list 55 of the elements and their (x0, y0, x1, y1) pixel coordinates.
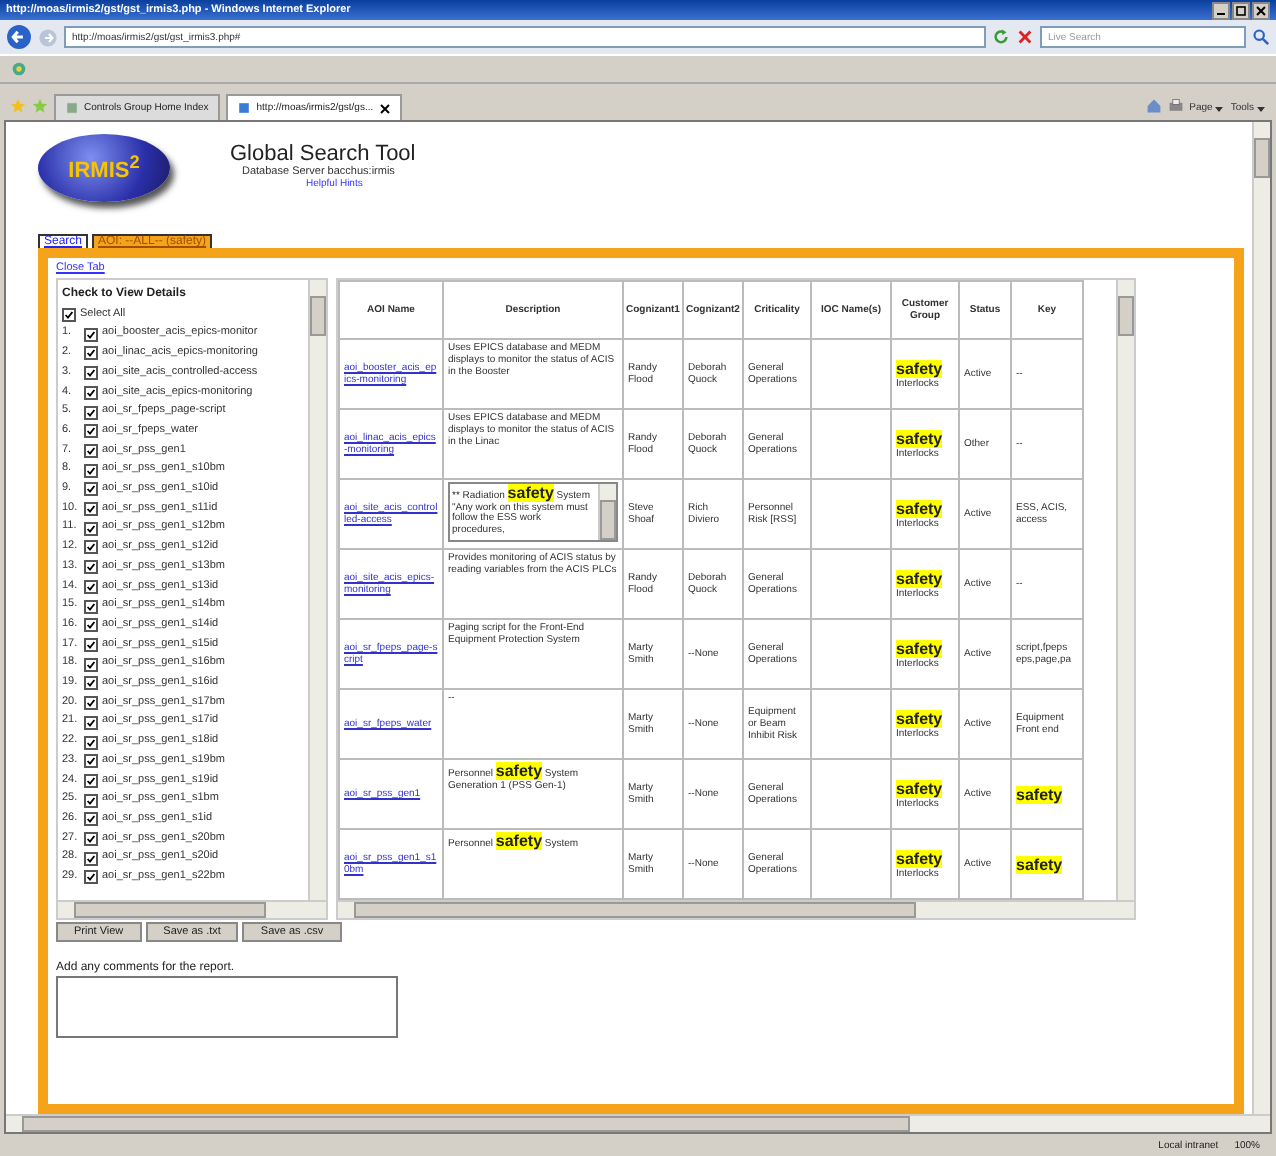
checkbox[interactable] (84, 366, 98, 381)
checkbox[interactable] (84, 618, 98, 633)
checkbox[interactable] (84, 657, 98, 672)
horizontal-scrollbar[interactable] (58, 900, 326, 918)
back-icon[interactable] (6, 24, 32, 50)
checkbox[interactable] (84, 715, 98, 730)
checkbox[interactable] (84, 482, 98, 497)
checkbox[interactable] (84, 521, 98, 536)
checkbox[interactable] (84, 443, 98, 458)
page-icon (238, 102, 251, 114)
search-icon[interactable] (1252, 28, 1270, 46)
horizontal-scrollbar[interactable] (338, 900, 1134, 918)
checkbox[interactable] (84, 851, 98, 866)
favorites-star-icon[interactable] (10, 98, 26, 114)
vertical-scrollbar[interactable] (1116, 280, 1134, 900)
checkbox[interactable] (84, 346, 98, 361)
checkbox[interactable] (84, 735, 98, 750)
caret-icon[interactable] (1256, 103, 1266, 113)
checkbox[interactable] (84, 754, 98, 769)
checkbox[interactable] (84, 405, 98, 420)
stop-icon[interactable] (1016, 28, 1034, 46)
checkbox[interactable] (84, 676, 98, 691)
page-title: Global Search Tool (230, 142, 416, 166)
comments-field[interactable] (56, 976, 398, 1038)
checkbox[interactable] (84, 327, 98, 342)
horizontal-scrollbar[interactable] (6, 1114, 1270, 1132)
checkbox[interactable] (84, 696, 98, 711)
checkbox[interactable] (84, 832, 98, 847)
vertical-scrollbar[interactable] (1252, 122, 1270, 1114)
checkbox[interactable] (84, 773, 98, 788)
page-icon (66, 102, 78, 114)
checkbox[interactable] (62, 308, 76, 323)
checkbox[interactable] (84, 599, 98, 614)
table-cell: safety (1011, 829, 1083, 899)
table-cell: safety (1011, 759, 1083, 829)
irmis-logo: IRMIS$^{2}$ (38, 134, 170, 202)
close-icon[interactable] (1252, 1, 1270, 19)
checkbox[interactable] (84, 560, 98, 575)
refresh-icon[interactable] (992, 28, 1010, 46)
checkbox[interactable] (84, 463, 98, 478)
maximize-icon[interactable] (1232, 1, 1250, 19)
checkbox[interactable] (84, 540, 98, 555)
caret-icon[interactable] (1214, 103, 1225, 113)
checkbox[interactable] (84, 812, 98, 827)
checkbox[interactable] (84, 424, 98, 439)
checkbox[interactable] (84, 502, 98, 517)
checkbox[interactable] (84, 385, 98, 400)
minimize-icon[interactable] (1212, 1, 1230, 19)
vertical-scrollbar[interactable] (308, 280, 326, 900)
checkbox[interactable] (84, 793, 98, 808)
checkbox[interactable] (84, 870, 98, 885)
checkbox[interactable] (84, 579, 98, 594)
checkbox[interactable] (84, 638, 98, 652)
close-tab-icon[interactable] (379, 103, 390, 113)
print-icon[interactable] (1167, 98, 1184, 114)
